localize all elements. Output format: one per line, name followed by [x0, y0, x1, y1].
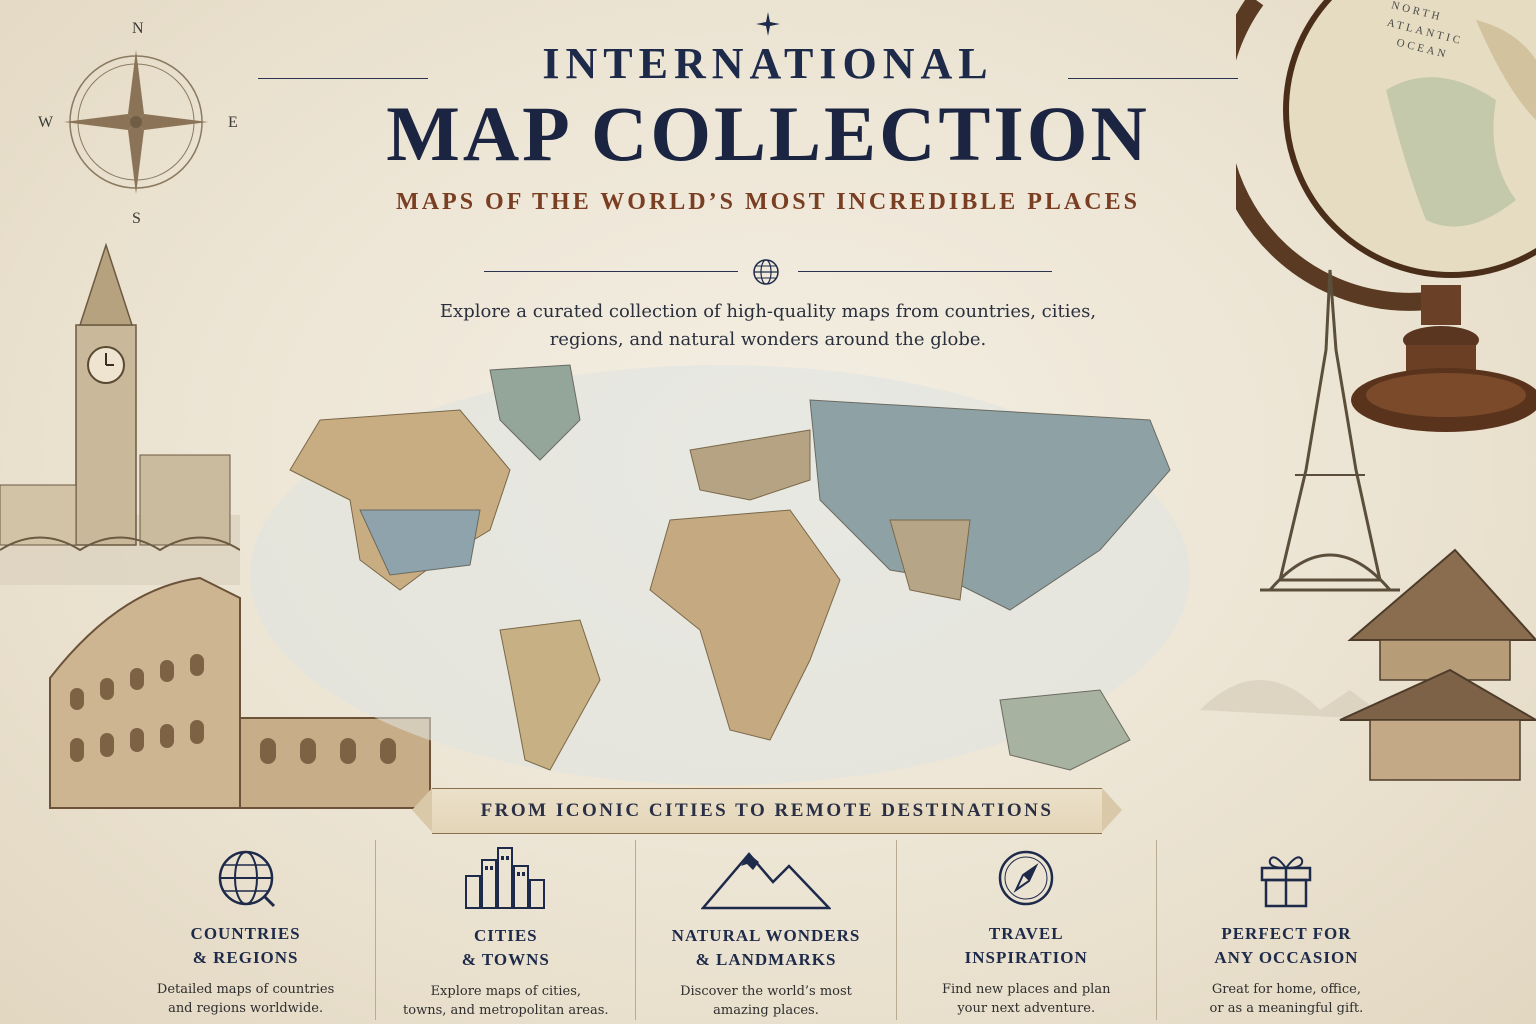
- feature-cities-desc-1: Explore maps of cities,: [430, 983, 582, 999]
- feature-occasion-desc-2: or as a meaningful gift.: [1209, 1001, 1364, 1017]
- banner-left-end: [412, 788, 432, 832]
- title-international: INTERNATIONAL: [542, 39, 994, 88]
- feature-occasion-title-1: PERFECT FOR: [1221, 924, 1352, 943]
- star-ornament-icon: [756, 12, 780, 36]
- globe-icon: [218, 850, 275, 908]
- feature-travel-inspiration: TRAVEL INSPIRATION Find new places and pl…: [895, 840, 1156, 1020]
- feature-travel-desc-2: your next adventure.: [957, 1001, 1096, 1017]
- feature-countries-title-2: & REGIONS: [192, 947, 299, 967]
- subtitle: MAPS OF THE WORLD’S MOST INCREDIBLE PLAC…: [396, 189, 1140, 215]
- compass-icon: [998, 850, 1054, 906]
- title-rule-right: [1068, 78, 1238, 79]
- gift-icon: [1261, 856, 1312, 908]
- feature-countries-title-1: COUNTRIES: [190, 924, 301, 943]
- eiffel-tower-illustration-icon: [1200, 269, 1536, 781]
- feature-cities: CITIES & TOWNS Explore maps of cities, tow…: [375, 840, 635, 1020]
- feature-travel-title-2: INSPIRATION: [964, 947, 1088, 967]
- tagline-banner: FROM ICONIC CITIES TO REMOTE DESTINATION…: [432, 788, 1102, 834]
- features-row: COUNTRIES & REGIONS Detailed maps of coun…: [116, 840, 1416, 1020]
- feature-natural-wonders-title-1: NATURAL WONDERS: [671, 926, 861, 945]
- divider-rule-left: [484, 271, 738, 272]
- divider-rule-right: [798, 271, 1052, 272]
- feature-natural-wonders-title-2: & LANDMARKS: [695, 949, 837, 969]
- city-buildings-icon: [464, 847, 545, 909]
- divider-globe-icon: [753, 259, 779, 285]
- feature-cities-title-2: & TOWNS: [461, 949, 550, 969]
- world-map-illustration-icon: [250, 364, 1190, 785]
- feature-countries-desc-2: and regions worldwide.: [168, 1001, 324, 1017]
- title-map-collection: MAP COLLECTION: [386, 90, 1150, 177]
- feature-occasion-title-2: ANY OCCASION: [1214, 947, 1359, 967]
- title-rule-left: [258, 78, 428, 79]
- mountains-icon: [701, 852, 831, 910]
- feature-natural-wonders-desc-2: amazing places.: [713, 1003, 819, 1019]
- feature-countries: COUNTRIES & REGIONS Detailed maps of coun…: [116, 840, 375, 1020]
- pagoda-illustration-icon: [1339, 548, 1536, 781]
- feature-travel-desc-1: Find new places and plan: [941, 981, 1111, 997]
- banner-right-end: [1102, 788, 1122, 832]
- big-ben-illustration-icon: [0, 242, 240, 585]
- feature-travel-title-1: TRAVEL: [988, 924, 1064, 943]
- feature-cities-desc-2: towns, and metropolitan areas.: [403, 1003, 609, 1019]
- feature-occasion: PERFECT FOR ANY OCCASION Great for home, …: [1155, 840, 1416, 1020]
- feature-natural-wonders-desc-1: Discover the world’s most: [680, 983, 852, 999]
- feature-occasion-desc-1: Great for home, office,: [1211, 981, 1362, 997]
- feature-natural-wonders: NATURAL WONDERS & LANDMARKS Discover the …: [635, 840, 895, 1020]
- feature-countries-desc-1: Detailed maps of countries: [156, 981, 335, 997]
- header: INTERNATIONAL MAP COLLECTION MAPS OF THE…: [0, 12, 1536, 216]
- feature-cities-title-1: CITIES: [473, 926, 538, 945]
- compass-north-label: N: [132, 20, 144, 37]
